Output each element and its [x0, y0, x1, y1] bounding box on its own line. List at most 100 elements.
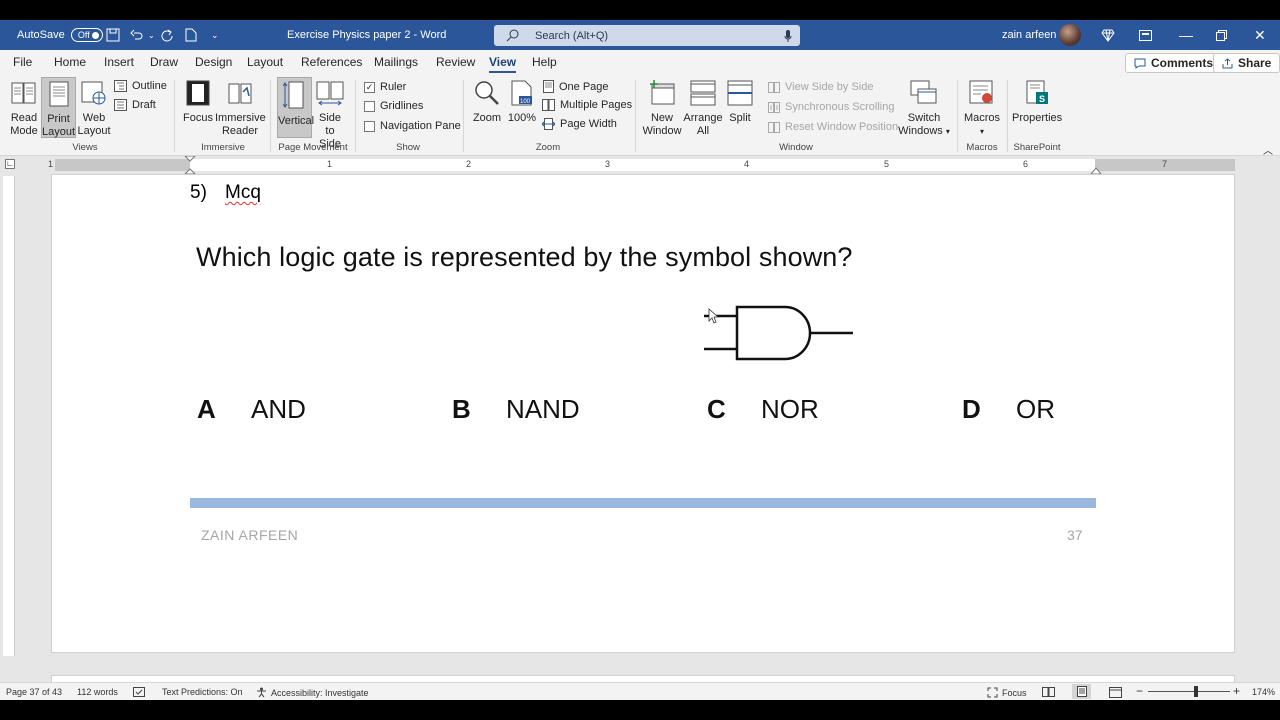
diamond-icon[interactable] [1101, 20, 1115, 50]
tab-mailings[interactable]: Mailings [374, 55, 418, 69]
comments-button[interactable]: Comments [1125, 53, 1223, 73]
navigation-pane-checkbox-box[interactable] [364, 120, 375, 132]
minimize-icon[interactable]: — [1179, 20, 1193, 50]
split-button[interactable]: Split [724, 80, 756, 125]
page-width-label: Page Width [560, 118, 617, 130]
immersive-reader-button[interactable]: Immersive Reader [215, 80, 266, 138]
gridlines-label: Gridlines [380, 100, 424, 112]
tab-help[interactable]: Help [532, 55, 557, 69]
navigation-pane-checkbox[interactable]: Navigation Pane [364, 120, 461, 132]
read-mode-view-icon[interactable] [1042, 687, 1055, 697]
tab-file[interactable]: File [13, 55, 32, 69]
tab-home[interactable]: Home [54, 55, 86, 69]
outline-button[interactable]: Outline [114, 80, 167, 92]
zoom-100-button[interactable]: 100 100% [506, 80, 538, 125]
zoom-button[interactable]: Zoom [471, 80, 503, 125]
switch-windows-button[interactable]: Switch Windows ▾ [896, 80, 952, 138]
focus-mode-button[interactable]: Focus [987, 687, 1027, 698]
focus-icon [186, 80, 210, 106]
text-predictions[interactable]: Text Predictions: On [162, 687, 243, 697]
question-text: Which logic gate is represented by the s… [196, 242, 853, 272]
new-window-label-1: New [650, 112, 673, 124]
zoom-out-icon[interactable]: − [1136, 684, 1143, 698]
tab-selector-icon[interactable]: ∟ [5, 159, 15, 169]
macros-icon [969, 80, 993, 104]
synchronous-scrolling-label: Synchronous Scrolling [785, 101, 895, 113]
synchronous-scrolling-button[interactable]: Synchronous Scrolling [768, 101, 894, 113]
web-layout-button[interactable]: Web Layout [77, 80, 111, 138]
save-icon[interactable] [106, 20, 120, 50]
question-number: 5) [190, 182, 207, 203]
zoom-in-icon[interactable]: + [1233, 684, 1240, 698]
zoom-slider[interactable] [1148, 691, 1230, 692]
macros-label: Macros [963, 112, 1001, 124]
microphone-icon[interactable] [784, 29, 792, 42]
ruler-number: 1 [48, 159, 54, 169]
proofing-icon[interactable] [133, 687, 145, 697]
one-page-button[interactable]: One Page [543, 80, 609, 93]
ribbon-display-icon[interactable] [1139, 20, 1152, 50]
autosave[interactable]: AutoSave Off [17, 20, 103, 50]
print-layout-view-icon[interactable] [1072, 684, 1091, 699]
multiple-pages-button[interactable]: Multiple Pages [542, 99, 632, 111]
web-layout-view-icon[interactable] [1109, 687, 1122, 698]
tab-references[interactable]: References [301, 55, 362, 69]
avatar[interactable] [1059, 24, 1081, 46]
web-layout-icon [81, 81, 106, 105]
accessibility-status[interactable]: Accessibility: Investigate [256, 687, 369, 698]
tab-design[interactable]: Design [195, 55, 232, 69]
zoom-100-icon: 100 [511, 80, 532, 106]
document-title: Exercise Physics paper 2 - Word [287, 29, 447, 41]
autosave-toggle[interactable]: Off [70, 28, 103, 42]
tab-insert[interactable]: Insert [104, 55, 134, 69]
read-mode-button[interactable]: Read Mode [6, 80, 42, 138]
indent-marker-icon[interactable] [184, 156, 196, 174]
zoom-slider-thumb[interactable] [1194, 686, 1198, 697]
tab-draw[interactable]: Draw [150, 55, 178, 69]
restore-icon[interactable] [1216, 20, 1227, 50]
page-count[interactable]: Page 37 of 43 [6, 687, 62, 697]
side-to-side-button[interactable]: Side to Side [313, 80, 347, 151]
view-side-by-side-button[interactable]: View Side by Side [768, 81, 873, 93]
zoom-level[interactable]: 174% [1252, 687, 1275, 697]
undo-dropdown-icon[interactable]: ⌄ [148, 20, 155, 50]
ruler-checkbox[interactable]: ✓ Ruler [364, 81, 406, 93]
focus-label: Focus [183, 112, 213, 124]
tab-layout[interactable]: Layout [247, 55, 283, 69]
properties-button[interactable]: S Properties [1012, 80, 1062, 125]
arrange-all-button[interactable]: Arrange All [683, 80, 723, 138]
page-width-button[interactable]: Page Width [542, 118, 617, 130]
gridlines-checkbox[interactable]: Gridlines [364, 100, 423, 112]
macros-button[interactable]: Macros ▾ [962, 80, 1002, 138]
ruler-number: 1 [327, 159, 333, 169]
focus-button[interactable]: Focus [182, 80, 214, 125]
print-layout-button[interactable]: Print Layout [41, 77, 76, 138]
switch-windows-label-1: Switch [907, 112, 941, 124]
search-box[interactable]: Search (Alt+Q) [494, 25, 800, 46]
focus-mode-icon [987, 687, 998, 698]
vertical-ruler[interactable] [3, 176, 15, 656]
horizontal-ruler[interactable]: ∟ 1 1 2 3 4 5 6 7 [0, 156, 1280, 174]
share-button[interactable]: Share [1213, 53, 1280, 73]
collapse-ribbon-icon[interactable]: ︿ [1263, 142, 1273, 157]
tab-view[interactable]: View [489, 55, 517, 73]
new-window-button[interactable]: New Window [642, 80, 682, 138]
redo-icon[interactable] [160, 20, 174, 50]
reset-window-position-button[interactable]: Reset Window Position [768, 121, 898, 133]
user-name[interactable]: zain arfeen [1002, 20, 1056, 50]
undo-icon[interactable] [130, 20, 144, 50]
customize-toolbar-icon[interactable]: ⌄ [211, 20, 219, 50]
gridlines-checkbox-box[interactable] [364, 100, 375, 112]
draft-button[interactable]: Draft [114, 99, 156, 111]
view-side-by-side-label: View Side by Side [785, 81, 874, 93]
close-icon[interactable]: ✕ [1254, 20, 1266, 50]
right-indent-marker-icon[interactable] [1090, 164, 1102, 174]
vertical-button[interactable]: Vertical [277, 77, 314, 138]
ruler-checkbox-box[interactable]: ✓ [364, 81, 375, 93]
side-to-side-icon [316, 81, 344, 106]
word-count[interactable]: 112 words [77, 687, 118, 697]
new-document-icon[interactable] [185, 20, 197, 50]
side-by-side-icon [768, 81, 780, 93]
one-page-label: One Page [559, 80, 609, 93]
tab-review[interactable]: Review [436, 55, 475, 69]
